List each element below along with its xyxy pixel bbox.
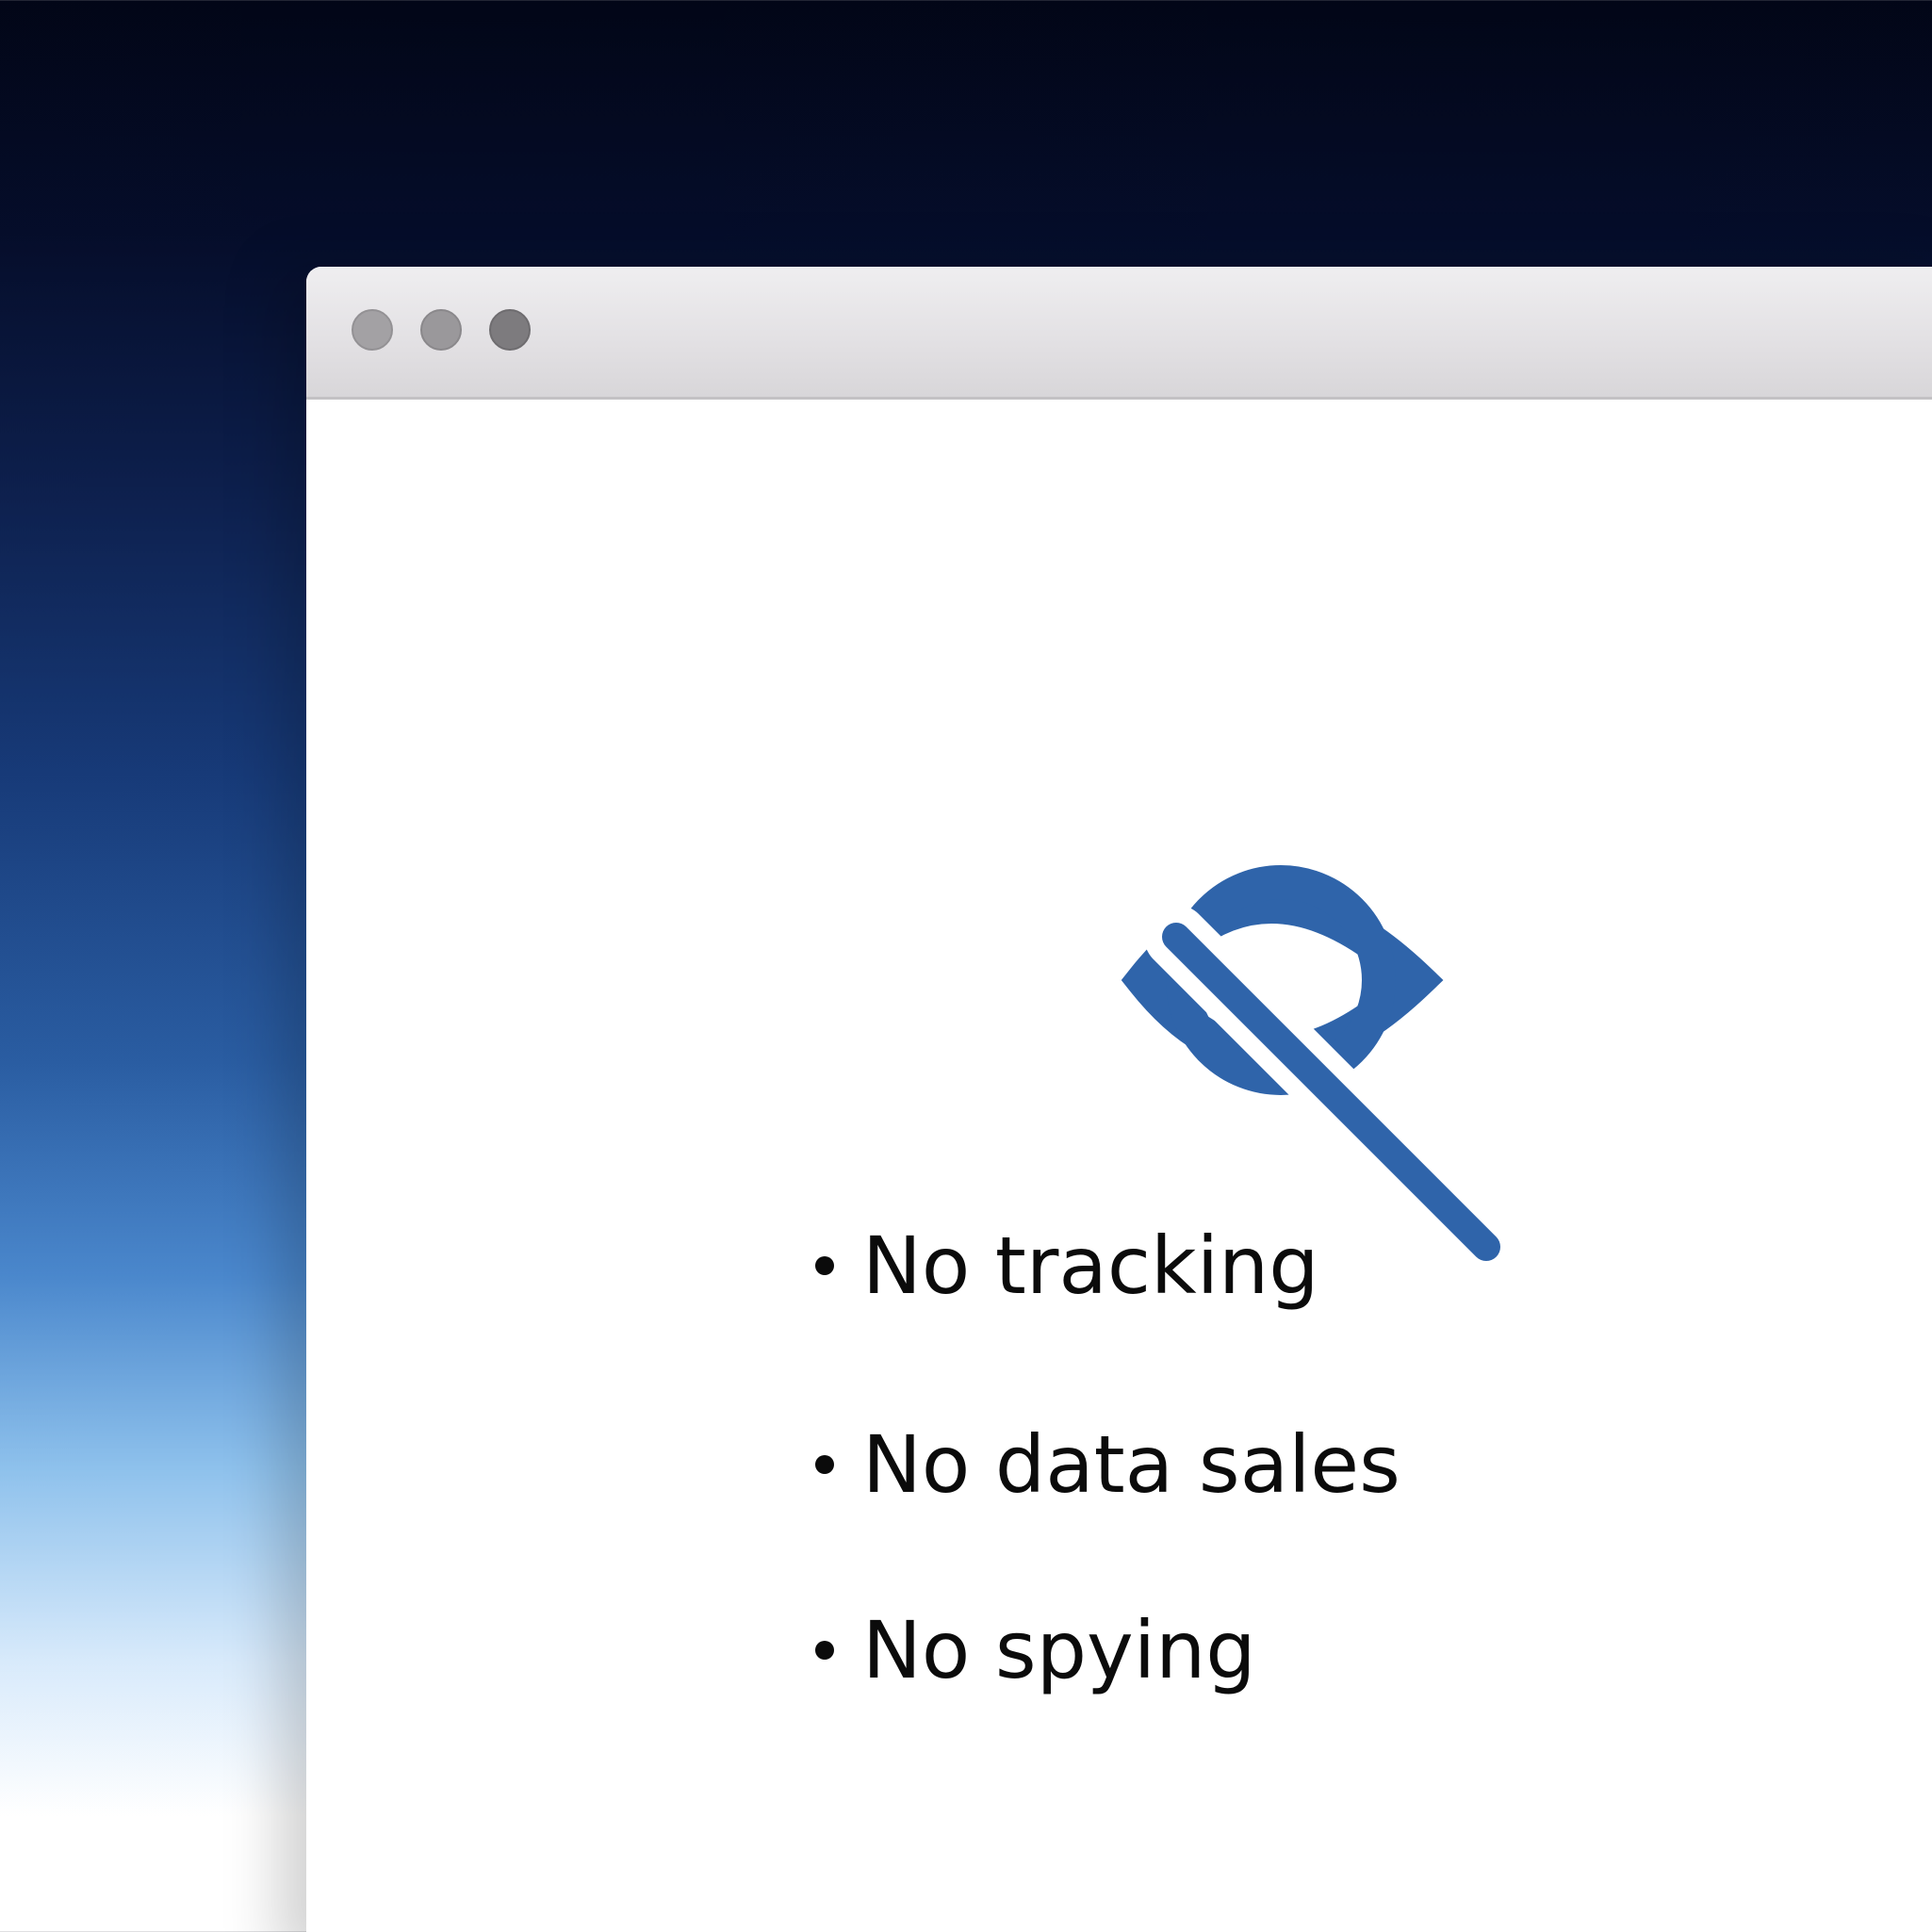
window-title-bar[interactable] xyxy=(306,267,1932,400)
feature-text: No spying xyxy=(862,1604,1256,1696)
eye-slash-icon xyxy=(1121,865,1500,1261)
bullet-icon xyxy=(815,1641,834,1661)
bullet-icon xyxy=(815,1256,834,1276)
list-item: No data sales xyxy=(815,1425,1400,1504)
list-item: No spying xyxy=(815,1611,1256,1690)
feature-text: No data sales xyxy=(862,1418,1400,1511)
close-window-button[interactable] xyxy=(352,309,393,351)
window-content: No tracking No data sales No spying xyxy=(306,400,1932,1932)
minimize-window-button[interactable] xyxy=(420,309,462,351)
zoom-window-button[interactable] xyxy=(489,309,531,351)
bullet-icon xyxy=(815,1455,834,1475)
list-item: No tracking xyxy=(815,1226,1319,1305)
browser-window: No tracking No data sales No spying xyxy=(306,267,1932,1932)
feature-text: No tracking xyxy=(862,1220,1319,1312)
